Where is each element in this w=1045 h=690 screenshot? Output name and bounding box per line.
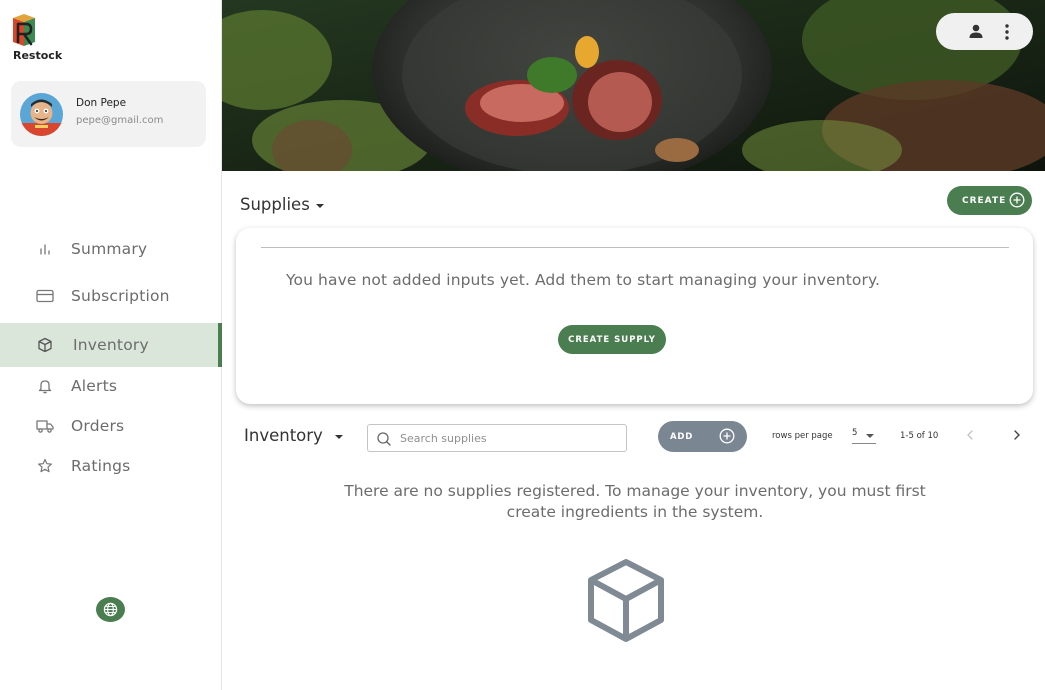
inventory-empty-message: There are no supplies registered. To man… bbox=[344, 482, 926, 521]
sidebar-item-label: Inventory bbox=[73, 336, 149, 354]
user-card[interactable]: Don Pepe pepe@gmail.com bbox=[11, 81, 206, 147]
sidebar-item-label: Subscription bbox=[71, 287, 170, 305]
search-input[interactable] bbox=[400, 429, 620, 447]
sidebar-item-inventory[interactable]: Inventory bbox=[0, 323, 222, 367]
create-button-label: CREATE bbox=[962, 195, 1007, 206]
add-circle-icon bbox=[1009, 192, 1025, 208]
bar-chart-icon bbox=[36, 240, 54, 258]
sidebar: Restock Don Pepe pepe@gmail.com Summary bbox=[0, 0, 222, 690]
search-field[interactable] bbox=[367, 424, 627, 452]
sidebar-item-subscription[interactable]: Subscription bbox=[0, 274, 222, 318]
sidebar-item-ratings[interactable]: Ratings bbox=[0, 444, 222, 488]
account-menu-pill[interactable] bbox=[936, 13, 1033, 50]
credit-card-icon bbox=[36, 287, 54, 305]
sidebar-item-label: Summary bbox=[71, 240, 148, 258]
rows-per-page-value: 5 bbox=[852, 428, 858, 438]
rows-per-page-select[interactable]: 5 bbox=[852, 428, 876, 444]
supplies-card: You have not added inputs yet. Add them … bbox=[236, 228, 1033, 404]
cube-icon bbox=[36, 336, 54, 354]
brand-name: Restock bbox=[13, 49, 63, 62]
chevron-down-icon bbox=[315, 204, 324, 208]
supplies-dropdown[interactable]: Supplies bbox=[240, 195, 324, 214]
sidebar-item-alerts[interactable]: Alerts bbox=[0, 364, 222, 408]
header-banner-image bbox=[222, 0, 1045, 171]
bell-icon bbox=[36, 377, 54, 395]
rows-per-page-label: rows per page bbox=[772, 431, 833, 441]
add-circle-icon bbox=[719, 428, 735, 444]
globe-icon bbox=[103, 602, 118, 617]
sidebar-item-orders[interactable]: Orders bbox=[0, 404, 222, 448]
pagination-range: 1-5 of 10 bbox=[900, 431, 939, 441]
cube-icon bbox=[588, 559, 664, 642]
language-button[interactable] bbox=[96, 597, 125, 622]
sidebar-item-label: Alerts bbox=[71, 377, 118, 395]
star-icon bbox=[36, 457, 54, 475]
sidebar-item-summary[interactable]: Summary bbox=[0, 227, 222, 271]
user-email: pepe@gmail.com bbox=[76, 115, 164, 126]
truck-icon bbox=[36, 417, 54, 435]
create-supply-button[interactable]: CREATE SUPPLY bbox=[558, 325, 666, 354]
avatar bbox=[20, 93, 63, 136]
chevron-left-icon[interactable] bbox=[962, 427, 978, 443]
create-button[interactable]: CREATE bbox=[947, 186, 1032, 215]
chevron-right-icon[interactable] bbox=[1009, 427, 1025, 443]
user-icon[interactable] bbox=[968, 23, 984, 39]
divider bbox=[261, 247, 1009, 248]
user-name: Don Pepe bbox=[76, 97, 127, 109]
add-button[interactable]: ADD bbox=[658, 421, 747, 452]
sidebar-item-label: Ratings bbox=[71, 457, 131, 475]
inventory-title: Inventory bbox=[244, 426, 323, 445]
more-options-icon[interactable] bbox=[1002, 23, 1012, 41]
restock-logo[interactable] bbox=[10, 12, 62, 52]
chevron-down-icon bbox=[334, 435, 343, 439]
add-button-label: ADD bbox=[670, 431, 694, 442]
chevron-down-icon bbox=[866, 434, 874, 438]
sidebar-item-label: Orders bbox=[71, 417, 125, 435]
search-icon bbox=[377, 432, 391, 446]
supplies-title: Supplies bbox=[240, 195, 310, 214]
inventory-dropdown[interactable]: Inventory bbox=[244, 426, 343, 445]
supplies-empty-message: You have not added inputs yet. Add them … bbox=[286, 271, 881, 289]
